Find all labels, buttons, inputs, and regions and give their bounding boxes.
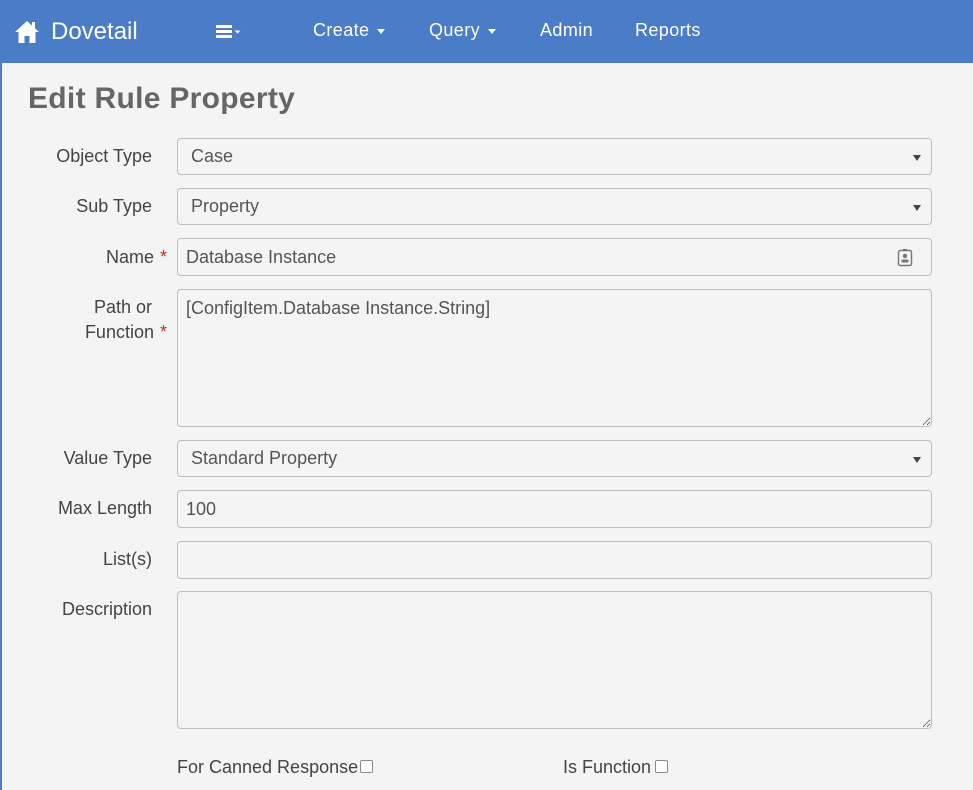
name-label-text: Name [105, 247, 154, 267]
dropdown-arrow-icon [913, 155, 921, 161]
nav-reports-label: Reports [635, 20, 701, 40]
for-canned-response-label: For Canned Response [177, 757, 359, 777]
object-type-select[interactable]: Case [177, 138, 932, 175]
object-type-label: Object Type [56, 146, 152, 166]
nav-create-label: Create [313, 20, 370, 40]
value-type-label: Value Type [63, 448, 152, 468]
lists-input[interactable] [177, 541, 932, 579]
max-length-input[interactable] [177, 490, 932, 528]
nav-query[interactable]: Query [429, 20, 497, 41]
name-label: Name * [106, 245, 167, 270]
path-label-line1: Path or [93, 297, 152, 317]
contact-card-icon[interactable] [897, 249, 913, 267]
nav-admin[interactable]: Admin [540, 20, 593, 41]
object-type-value: Case [191, 146, 234, 166]
path-or-function-textarea[interactable]: [ConfigItem.Database Instance.String] [177, 289, 932, 427]
nav-admin-label: Admin [540, 20, 594, 40]
nav-create[interactable]: Create [313, 20, 386, 41]
path-label-line2: Function * [85, 320, 167, 345]
dropdown-arrow-icon [913, 457, 921, 463]
sub-type-select[interactable]: Property [177, 188, 932, 225]
required-marker: * [159, 247, 167, 267]
required-marker: * [159, 322, 167, 342]
top-navbar: Dovetail Create Query Admin Reports [0, 0, 973, 63]
chevron-down-icon [488, 29, 497, 34]
brand-name: Dovetail [51, 18, 138, 45]
is-function-checkbox[interactable] [655, 760, 668, 773]
sub-type-value: Property [191, 196, 260, 216]
left-edge-divider [0, 63, 2, 790]
for-canned-response-checkbox[interactable] [360, 760, 373, 773]
chevron-down-icon [377, 29, 386, 34]
menu-toggle-icon[interactable] [214, 22, 244, 42]
max-length-label: Max Length [57, 498, 152, 518]
value-type-value: Standard Property [191, 448, 338, 468]
sub-type-label: Sub Type [76, 196, 152, 216]
nav-query-label: Query [429, 20, 481, 40]
dropdown-arrow-icon [913, 205, 921, 211]
description-textarea[interactable] [177, 591, 932, 729]
description-label: Description [61, 599, 152, 619]
name-input[interactable] [177, 238, 932, 276]
brand-home-link[interactable]: Dovetail [14, 14, 138, 50]
page-title: Edit Rule Property [28, 82, 296, 115]
is-function-label: Is Function [563, 757, 652, 777]
path-label-line2-text: Function [84, 322, 154, 342]
nav-reports[interactable]: Reports [635, 20, 701, 41]
home-icon [15, 21, 39, 43]
value-type-select[interactable]: Standard Property [177, 440, 932, 477]
lists-label: List(s) [103, 549, 152, 569]
